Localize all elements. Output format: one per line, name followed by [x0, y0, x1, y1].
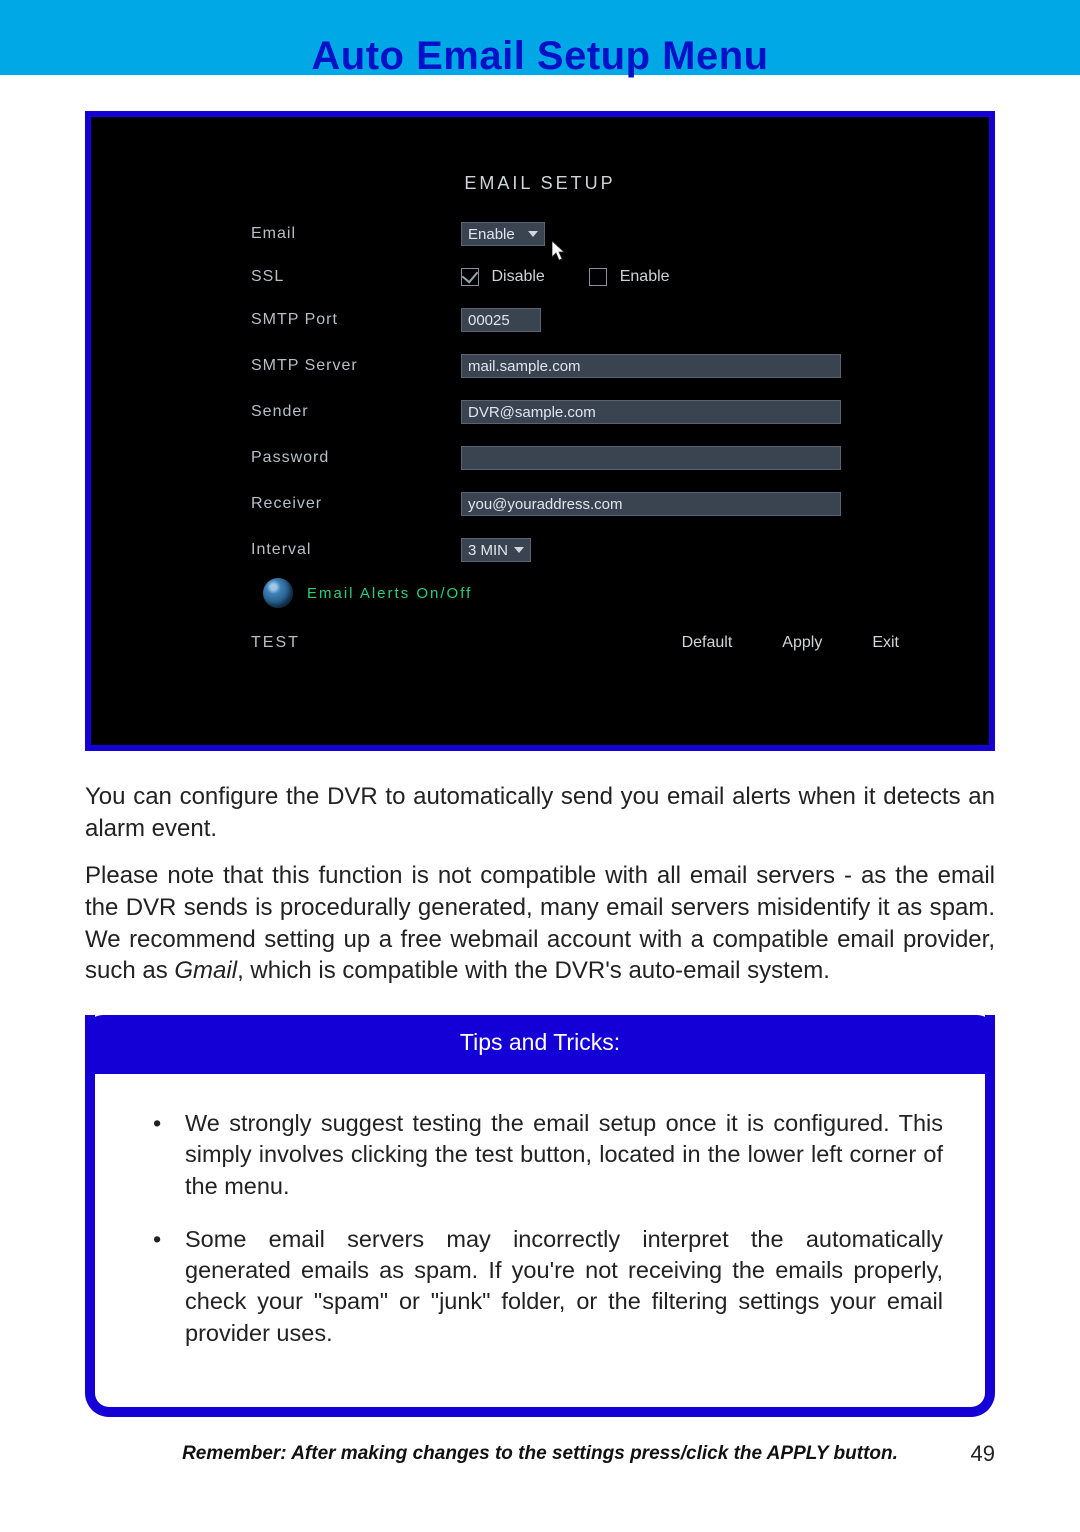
globe-icon	[263, 578, 293, 608]
ssl-enable-checkbox[interactable]	[589, 268, 607, 286]
test-button[interactable]: TEST	[251, 634, 461, 652]
apply-button[interactable]: Apply	[782, 634, 822, 652]
tips-box: Tips and Tricks: We strongly suggest tes…	[85, 1015, 995, 1417]
screenshot-title: EMAIL SETUP	[121, 173, 959, 194]
paragraph-2: Please note that this function is not co…	[85, 860, 995, 987]
paragraph-1: You can configure the DVR to automatical…	[85, 781, 995, 844]
body-text: You can configure the DVR to automatical…	[85, 781, 995, 987]
interval-value: 3 MIN	[468, 542, 508, 559]
password-input[interactable]	[461, 446, 841, 470]
exit-button[interactable]: Exit	[872, 634, 899, 652]
chevron-down-icon	[528, 231, 538, 237]
ssl-enable-label: Enable	[620, 268, 670, 285]
label-ssl: SSL	[251, 268, 461, 286]
label-sender: Sender	[251, 403, 461, 421]
row-sender: Sender DVR@sample.com	[251, 400, 899, 424]
smtp-port-input[interactable]: 00025	[461, 308, 541, 332]
chevron-down-icon	[514, 547, 524, 553]
tip-item: We strongly suggest testing the email se…	[147, 1108, 943, 1202]
label-smtp-port: SMTP Port	[251, 311, 461, 329]
label-password: Password	[251, 449, 461, 467]
row-password: Password	[251, 446, 899, 470]
tip-item: Some email servers may incorrectly inter…	[147, 1224, 943, 1349]
row-ssl: SSL Disable Enable	[251, 268, 899, 286]
tips-header: Tips and Tricks:	[85, 1015, 995, 1074]
receiver-input[interactable]: you@youraddress.com	[461, 492, 841, 516]
row-email-alerts: Email Alerts On/Off	[263, 578, 899, 608]
footer-reminder: Remember: After making changes to the se…	[135, 1443, 945, 1465]
dvr-screenshot: EMAIL SETUP Email Enable SSL Disable Ena…	[85, 111, 995, 751]
label-smtp-server: SMTP Server	[251, 357, 461, 375]
page-number: 49	[945, 1441, 995, 1467]
interval-dropdown[interactable]: 3 MIN	[461, 538, 531, 562]
row-interval: Interval 3 MIN	[251, 538, 899, 562]
sender-input[interactable]: DVR@sample.com	[461, 400, 841, 424]
page-footer: Remember: After making changes to the se…	[85, 1441, 995, 1467]
default-button[interactable]: Default	[682, 634, 733, 652]
label-receiver: Receiver	[251, 495, 461, 513]
page-title-bar: Auto Email Setup Menu	[0, 0, 1080, 75]
email-dropdown-value: Enable	[468, 226, 515, 243]
label-interval: Interval	[251, 541, 461, 559]
row-receiver: Receiver you@youraddress.com	[251, 492, 899, 516]
ssl-disable-checkbox[interactable]	[461, 268, 479, 286]
email-dropdown[interactable]: Enable	[461, 222, 545, 246]
tips-list: We strongly suggest testing the email se…	[95, 1074, 985, 1349]
smtp-server-input[interactable]: mail.sample.com	[461, 354, 841, 378]
label-email: Email	[251, 225, 461, 243]
page-title: Auto Email Setup Menu	[311, 34, 768, 79]
email-alerts-link[interactable]: Email Alerts On/Off	[307, 585, 472, 602]
row-email: Email Enable	[251, 222, 899, 246]
row-smtp-port: SMTP Port 00025	[251, 308, 899, 332]
row-smtp-server: SMTP Server mail.sample.com	[251, 354, 899, 378]
ssl-disable-label: Disable	[491, 268, 544, 285]
row-bottom-buttons: TEST Default Apply Exit	[251, 634, 899, 652]
